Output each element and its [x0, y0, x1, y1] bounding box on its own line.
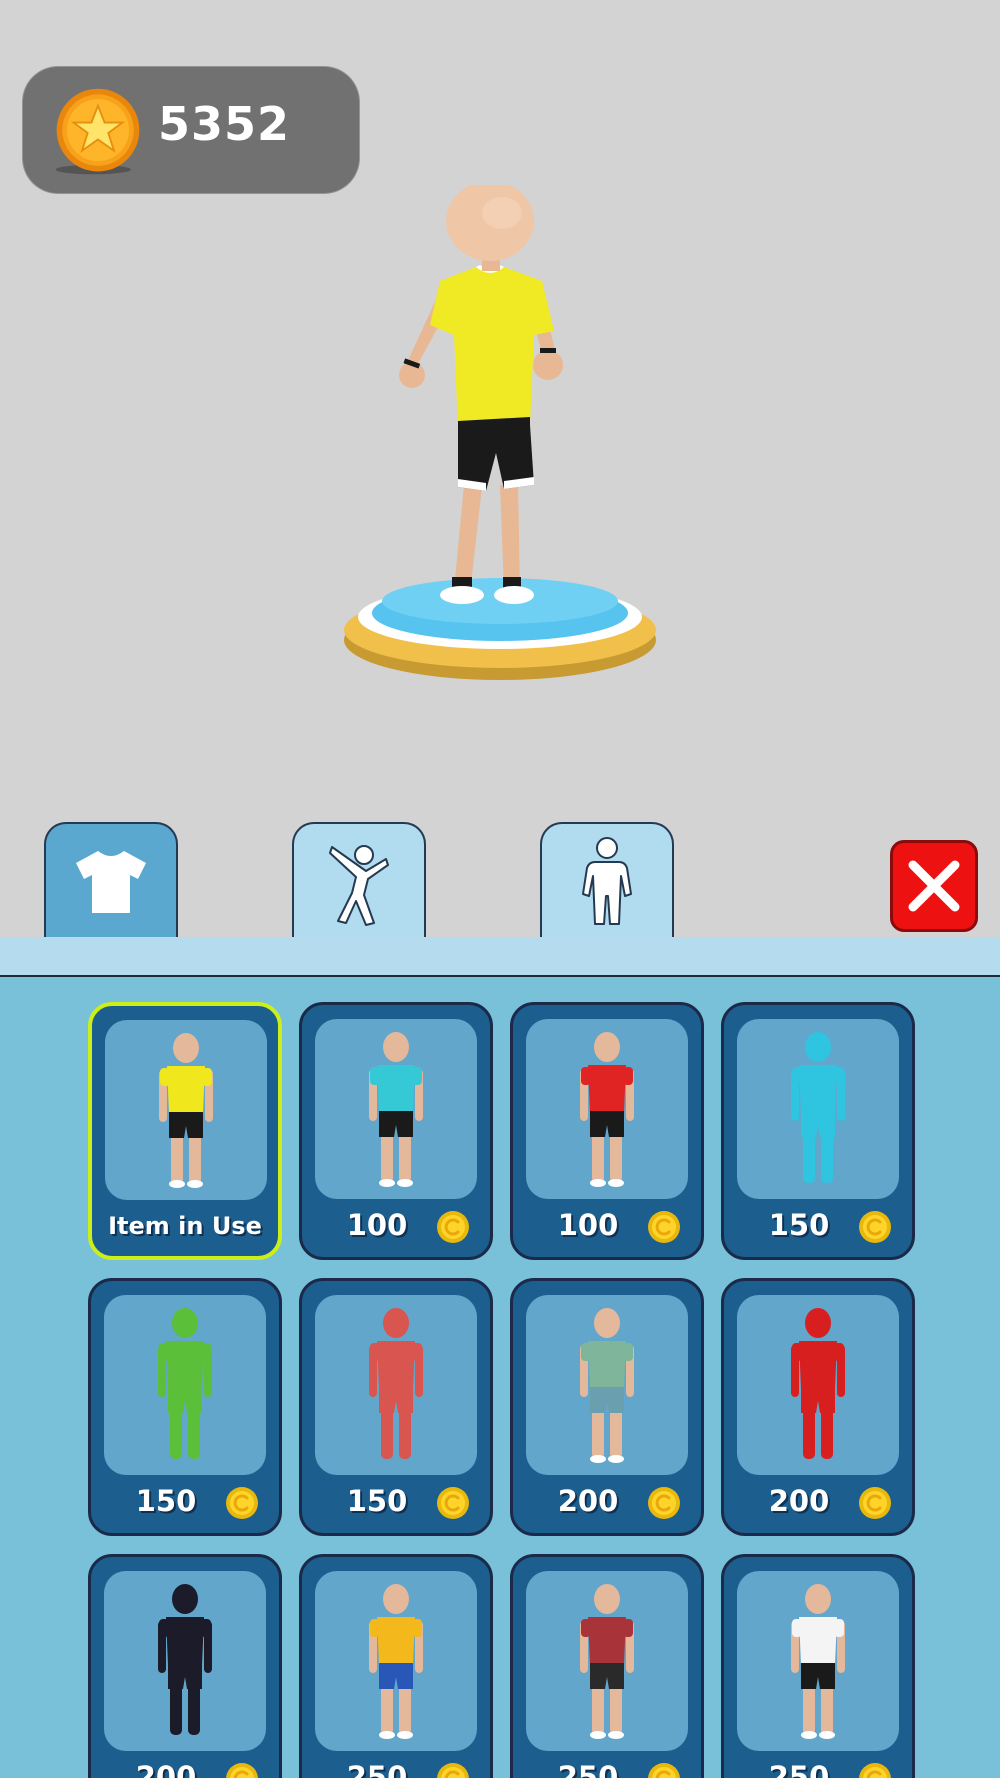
outfit-preview-frame — [526, 1571, 688, 1751]
item-price: 200 — [768, 1484, 830, 1518]
coin-icon — [437, 1763, 469, 1778]
dance-pose-icon — [329, 845, 389, 926]
coin-icon — [648, 1487, 680, 1519]
outfit-preview-frame — [737, 1019, 899, 1199]
outfit-character-preview — [369, 1584, 423, 1739]
close-icon — [908, 860, 960, 912]
outfit-character-preview — [158, 1308, 212, 1459]
character-preview-scene: 5352 — [0, 0, 1000, 937]
outfit-character-preview — [791, 1584, 845, 1739]
outfit-preview-frame — [315, 1019, 477, 1199]
outfit-character-preview — [791, 1308, 845, 1459]
outfit-shop-grid: Item in Use 100 100 150 150 150 200 200 200 250 25… — [0, 977, 1000, 1778]
outfit-card[interactable]: 250 — [510, 1554, 704, 1778]
item-price: 100 — [557, 1208, 619, 1242]
outfit-preview-frame — [737, 1295, 899, 1475]
outfit-card[interactable]: 150 — [88, 1278, 282, 1536]
item-price: 200 — [135, 1760, 197, 1778]
outfit-character-preview — [369, 1032, 423, 1187]
outfit-card[interactable]: 100 — [510, 1002, 704, 1260]
coin-icon — [226, 1763, 258, 1778]
outfit-character-preview — [580, 1584, 634, 1739]
outfit-card[interactable]: Item in Use — [88, 1002, 282, 1260]
player-character-model — [344, 185, 656, 680]
outfit-card[interactable]: 200 — [88, 1554, 282, 1778]
outfit-card[interactable]: 150 — [721, 1002, 915, 1260]
body-icon — [582, 837, 632, 925]
outfit-character-preview — [580, 1308, 634, 1463]
outfit-preview-frame — [526, 1295, 688, 1475]
outfit-character-preview — [369, 1308, 423, 1459]
outfit-preview-frame — [315, 1571, 477, 1751]
item-price: 250 — [346, 1760, 408, 1778]
tab-outfit[interactable] — [44, 822, 178, 940]
coin-icon — [226, 1487, 258, 1519]
outfit-preview-frame — [737, 1571, 899, 1751]
close-button[interactable] — [890, 840, 978, 932]
coin-icon — [437, 1487, 469, 1519]
outfit-preview-frame — [105, 1020, 267, 1200]
outfit-preview-frame — [315, 1295, 477, 1475]
item-status-label: Item in Use — [108, 1212, 262, 1240]
outfit-character-preview — [159, 1033, 213, 1188]
item-price: 150 — [135, 1484, 197, 1518]
coin-icon — [648, 1211, 680, 1243]
item-price: 200 — [557, 1484, 619, 1518]
outfit-preview-frame — [104, 1571, 266, 1751]
item-price: 250 — [768, 1760, 830, 1778]
item-price: 150 — [346, 1484, 408, 1518]
coin-balance-amount: 5352 — [158, 97, 291, 151]
outfit-card[interactable]: 200 — [721, 1278, 915, 1536]
coin-icon — [437, 1211, 469, 1243]
item-price: 150 — [768, 1208, 830, 1242]
outfit-preview-frame — [526, 1019, 688, 1199]
outfit-character-preview — [158, 1584, 212, 1735]
outfit-card[interactable]: 200 — [510, 1278, 704, 1536]
outfit-character-preview — [580, 1032, 634, 1187]
item-price: 250 — [557, 1760, 619, 1778]
coin-icon — [859, 1487, 891, 1519]
tab-body[interactable] — [540, 822, 674, 940]
outfit-preview-frame — [104, 1295, 266, 1475]
coin-icon — [648, 1763, 680, 1778]
outfit-card[interactable]: 100 — [299, 1002, 493, 1260]
outfit-card[interactable]: 250 — [721, 1554, 915, 1778]
gold-star-coin-icon — [55, 88, 140, 175]
coin-icon — [859, 1763, 891, 1778]
tab-strip — [0, 937, 1000, 977]
item-price: 100 — [346, 1208, 408, 1242]
tab-dance[interactable] — [292, 822, 426, 940]
outfit-card[interactable]: 150 — [299, 1278, 493, 1536]
outfit-character-preview — [791, 1032, 845, 1183]
coin-icon — [859, 1211, 891, 1243]
tshirt-icon — [76, 851, 146, 913]
outfit-card[interactable]: 250 — [299, 1554, 493, 1778]
coin-balance-panel: 5352 — [22, 66, 360, 194]
